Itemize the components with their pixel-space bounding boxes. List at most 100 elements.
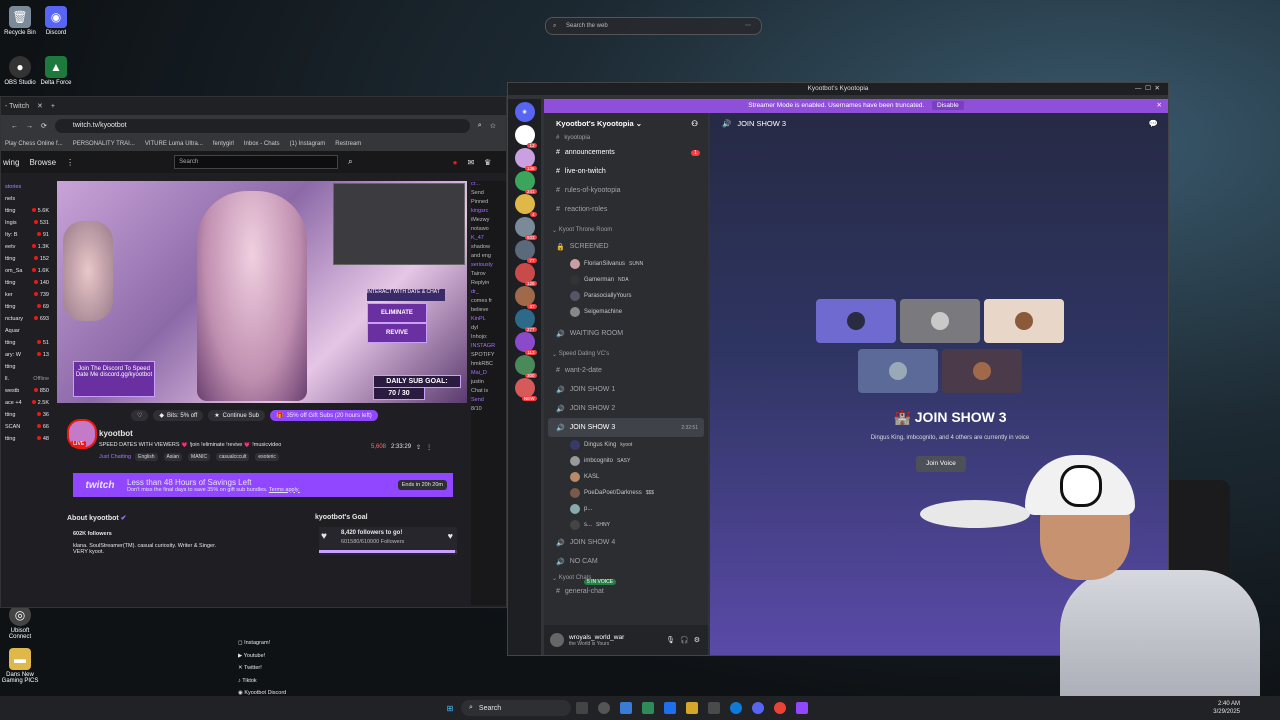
voice-user[interactable]: p... xyxy=(544,501,708,517)
channel-kyootopia[interactable]: # kyootopia xyxy=(544,133,708,143)
terms-link[interactable]: Terms apply. xyxy=(269,487,300,493)
edge-icon[interactable] xyxy=(730,702,742,714)
task-view-icon[interactable] xyxy=(576,702,588,714)
sidebar-channel[interactable]: tting 48 xyxy=(1,433,53,445)
server-icon[interactable]: 13 xyxy=(514,125,537,148)
notifications-icon[interactable]: ● xyxy=(453,158,458,167)
file-explorer-icon[interactable] xyxy=(686,702,698,714)
voice-user[interactable]: ParasociallyYours xyxy=(544,288,708,304)
server-icon[interactable]: 300 xyxy=(514,355,537,378)
channel-live-on-twitch[interactable]: # live-on-twitch xyxy=(544,162,708,181)
voice-user[interactable]: Gamerman NDA xyxy=(544,272,708,288)
sidebar-channel[interactable]: eetv 1.3K xyxy=(1,241,53,253)
server-icon[interactable]: 4 xyxy=(514,194,537,217)
bookmark-star-icon[interactable]: ☆ xyxy=(490,122,496,130)
channel-name[interactable]: kyootbot xyxy=(99,429,133,438)
headphones-icon[interactable]: 🎧 xyxy=(680,636,689,644)
discord-taskbar-icon[interactable] xyxy=(752,702,764,714)
chat-bubble-icon[interactable]: 💬 xyxy=(1149,119,1158,128)
bookmark-item[interactable]: Restream xyxy=(335,141,361,147)
channel-general-chat[interactable]: # general-chat 5 IN VOICE xyxy=(544,579,708,597)
follow-heart-button[interactable]: ♥ xyxy=(448,531,453,541)
discord-home-icon[interactable]: ◉ xyxy=(514,102,535,122)
voice-user[interactable]: FlorianSilvanus SUNN xyxy=(544,256,708,272)
taskbar-search[interactable]: ⌕ Search xyxy=(461,700,571,716)
instagram-link[interactable]: ◻ Instagram! xyxy=(238,637,286,650)
participant-tile[interactable] xyxy=(900,299,980,343)
voice-user[interactable]: Seigemachine xyxy=(544,304,708,320)
search-icon[interactable]: ⌕ xyxy=(348,157,352,167)
tiktok-link[interactable]: ♪ Tiktok xyxy=(238,675,286,688)
tag[interactable]: casualcccult xyxy=(216,453,250,461)
delta-force-shortcut[interactable]: ▲ Delta Force xyxy=(36,56,76,86)
recycle-bin-shortcut[interactable]: 🗑 Recycle Bin xyxy=(0,6,40,36)
voice-join-show-4[interactable]: 🔊 JOIN SHOW 4 xyxy=(544,533,708,552)
disable-button[interactable]: Disable xyxy=(932,101,964,110)
server-icon[interactable]: 126 xyxy=(514,263,537,286)
voice-user[interactable]: Dingus King kyoot xyxy=(544,437,708,453)
voice-join-show-1[interactable]: 🔊 JOIN SHOW 1 xyxy=(544,380,708,399)
media-taskbar-icon[interactable] xyxy=(642,702,654,714)
desktop-search-bar[interactable]: ⌕ Search the web ⋯ xyxy=(545,17,762,35)
category-speed-dating[interactable]: ⌄ Speed Dating VC's xyxy=(544,347,708,361)
sidebar-channel[interactable]: ll. Offline xyxy=(1,373,53,385)
microphone-icon[interactable]: 🎙 xyxy=(666,636,675,644)
following-link[interactable]: wing xyxy=(3,158,19,167)
sidebar-channel[interactable]: tting 5.6K xyxy=(1,205,53,217)
settings-taskbar-icon[interactable] xyxy=(620,702,632,714)
sidebar-channel[interactable]: tting 140 xyxy=(1,277,53,289)
new-tab-icon[interactable]: + xyxy=(51,103,55,110)
forward-icon[interactable]: → xyxy=(26,123,33,130)
minimize-icon[interactable]: — xyxy=(1135,85,1142,92)
clock[interactable]: 2:40 AM 3/29/2025 xyxy=(1213,700,1240,716)
stream-video-player[interactable]: Join The Discord To Speed Date Me discor… xyxy=(57,181,467,403)
participant-tile[interactable] xyxy=(984,299,1064,343)
category-link[interactable]: Just Chatting xyxy=(99,454,131,460)
obs-shortcut[interactable]: ● OBS Studio xyxy=(0,56,40,86)
twitch-taskbar-icon[interactable] xyxy=(796,702,808,714)
obs-taskbar-icon[interactable] xyxy=(598,702,610,714)
sidebar-channel[interactable]: tting 152 xyxy=(1,253,53,265)
add-member-icon[interactable]: ⚇ xyxy=(691,119,698,128)
voice-join-show-2[interactable]: 🔊 JOIN SHOW 2 xyxy=(544,399,708,418)
twitch-search-input[interactable]: Search xyxy=(174,155,339,169)
sidebar-channel[interactable]: tting 69 xyxy=(1,301,53,313)
sidebar-channel[interactable]: ary: W 13 xyxy=(1,349,53,361)
server-icon[interactable]: 113 xyxy=(514,332,537,355)
category-kyoot-chats[interactable]: ⌄ Kyoot Chats xyxy=(544,571,708,585)
sidebar-channel[interactable]: nels xyxy=(1,193,53,205)
more-icon[interactable]: ⋯ xyxy=(745,18,751,34)
gaming-pics-folder[interactable]: ▬ Dans New Gaming PICS xyxy=(0,648,40,684)
maximize-icon[interactable]: ☐ xyxy=(1145,85,1151,92)
server-icon[interactable]: 77 xyxy=(514,240,537,263)
server-icon[interactable]: 37 xyxy=(514,286,537,309)
bookmark-item[interactable]: fentygirl xyxy=(213,141,234,147)
channel-reaction-roles[interactable]: # reaction-roles xyxy=(544,200,708,219)
discord-shortcut[interactable]: ◉ Discord xyxy=(36,6,76,36)
bookmark-item[interactable]: (1) Instagram xyxy=(290,141,326,147)
browser-tab[interactable]: - Twitch xyxy=(5,103,29,110)
app-taskbar-icon[interactable] xyxy=(664,702,676,714)
address-bar[interactable]: twitch.tv/kyootbot xyxy=(54,119,470,133)
sidebar-channel[interactable]: tting 36 xyxy=(1,409,53,421)
bookmark-item[interactable]: Play Chess Online f... xyxy=(5,141,63,147)
bookmark-item[interactable]: VITURE Luma Ultra... xyxy=(145,141,203,147)
more-icon[interactable]: ⋮ xyxy=(426,444,432,451)
tag[interactable]: English xyxy=(135,453,158,461)
voice-user[interactable]: KASL xyxy=(544,469,708,485)
inbox-icon[interactable]: ✉ xyxy=(467,158,474,167)
sidebar-channel[interactable]: Ingis 531 xyxy=(1,217,53,229)
savings-banner[interactable]: twitch Less than 48 Hours of Savings Lef… xyxy=(73,473,453,497)
tag[interactable]: esoteric xyxy=(255,453,279,461)
share-icon[interactable]: ⇪ xyxy=(416,444,421,451)
voice-user[interactable]: PoeDaPoet/Darkness $$$ xyxy=(544,485,708,501)
crown-icon[interactable]: ♛ xyxy=(484,158,491,167)
close-banner-icon[interactable]: ✕ xyxy=(1157,99,1162,113)
sidebar-channel[interactable]: westb 850 xyxy=(1,385,53,397)
sidebar-channel[interactable]: tting 51 xyxy=(1,337,53,349)
voice-user[interactable]: s... SHNY xyxy=(544,517,708,533)
bookmark-item[interactable]: PERSONALITY TRAI... xyxy=(73,141,135,147)
gift-subs-button[interactable]: 🎁 35% off Gift Subs (20 hours left) xyxy=(270,410,378,421)
reload-icon[interactable]: ⟳ xyxy=(41,122,47,130)
settings-gear-icon[interactable]: ⚙ xyxy=(694,636,700,644)
